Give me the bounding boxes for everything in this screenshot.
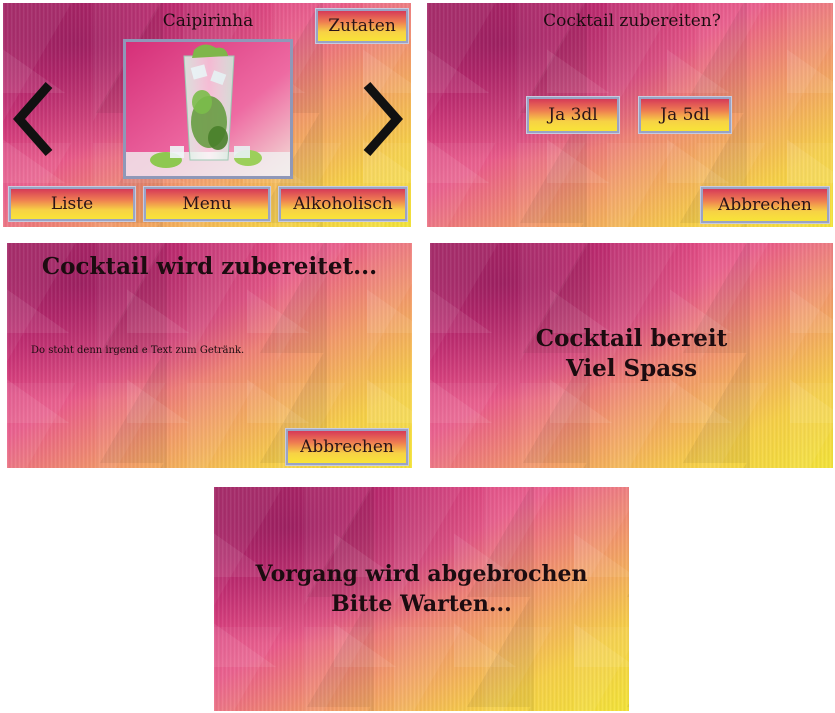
ready-line-1: Cocktail bereit bbox=[535, 325, 728, 352]
caipirinha-glass-illustration bbox=[126, 42, 290, 176]
yes-5dl-button[interactable]: Ja 5dl bbox=[638, 96, 732, 134]
abort-line-1: Vorgang wird abgebrochen bbox=[255, 561, 588, 587]
preparing-heading: Cocktail wird zubereitet... bbox=[41, 253, 378, 280]
cancel-button[interactable]: Abbrechen bbox=[285, 428, 409, 466]
list-button[interactable]: Liste bbox=[8, 186, 136, 222]
cocktail-selection-screen: Caipirinha Zutaten Liste Menu Alkoholisc… bbox=[3, 3, 411, 227]
alcoholic-button[interactable]: Alkoholisch bbox=[278, 186, 408, 222]
chevron-right-icon[interactable] bbox=[357, 79, 405, 159]
preparing-screen: Cocktail wird zubereitet... Do stoht den… bbox=[7, 243, 412, 468]
ready-line-2: Viel Spass bbox=[565, 355, 698, 382]
yes-3dl-button[interactable]: Ja 3dl bbox=[526, 96, 620, 134]
confirm-preparation-screen: Cocktail zubereiten? Ja 3dl Ja 5dl Abbre… bbox=[427, 3, 833, 227]
cancel-button[interactable]: Abbrechen bbox=[700, 186, 830, 224]
cocktail-image bbox=[123, 39, 293, 179]
drink-description: Do stoht denn irgend e Text zum Getränk. bbox=[31, 345, 245, 356]
menu-button[interactable]: Menu bbox=[143, 186, 271, 222]
abort-line-2: Bitte Warten... bbox=[331, 591, 512, 617]
cocktail-title: Caipirinha bbox=[162, 11, 254, 31]
chevron-left-icon[interactable] bbox=[11, 79, 59, 159]
prepare-question: Cocktail zubereiten? bbox=[543, 11, 721, 31]
ingredients-button[interactable]: Zutaten bbox=[315, 8, 409, 44]
cocktail-ready-screen: Cocktail bereit Viel Spass bbox=[430, 243, 833, 468]
aborting-screen: Vorgang wird abgebrochen Bitte Warten... bbox=[214, 487, 629, 711]
